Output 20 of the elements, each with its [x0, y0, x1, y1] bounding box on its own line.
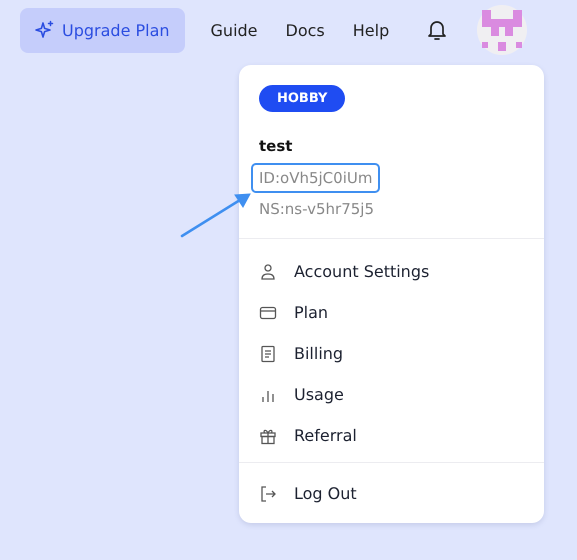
gift-icon [259, 426, 277, 444]
upgrade-plan-button[interactable]: Upgrade Plan [20, 8, 185, 52]
pointer-arrow [180, 192, 252, 238]
nav-link[interactable]: Help [352, 20, 390, 40]
sparkle-icon [35, 20, 55, 40]
menu-item[interactable]: Usage [239, 374, 544, 415]
nav-link[interactable]: Docs [286, 20, 325, 40]
menu-item[interactable]: Account Settings [239, 251, 544, 292]
menu-item[interactable]: Billing [239, 333, 544, 374]
namespace-id: NS:ns-v5hr75j5 [259, 200, 374, 218]
receipt-icon [259, 344, 277, 362]
log-out-icon [259, 484, 277, 502]
username: test [259, 137, 292, 155]
log-out-item[interactable]: Log Out [239, 473, 544, 514]
person-icon [259, 262, 277, 280]
menu-item[interactable]: Plan [239, 292, 544, 333]
menu-item[interactable]: Referral [239, 415, 544, 456]
user-id: ID:oVh5jC0iUm [251, 163, 380, 193]
plan-badge: HOBBY [259, 85, 346, 112]
nav-link[interactable]: Guide [210, 20, 258, 40]
